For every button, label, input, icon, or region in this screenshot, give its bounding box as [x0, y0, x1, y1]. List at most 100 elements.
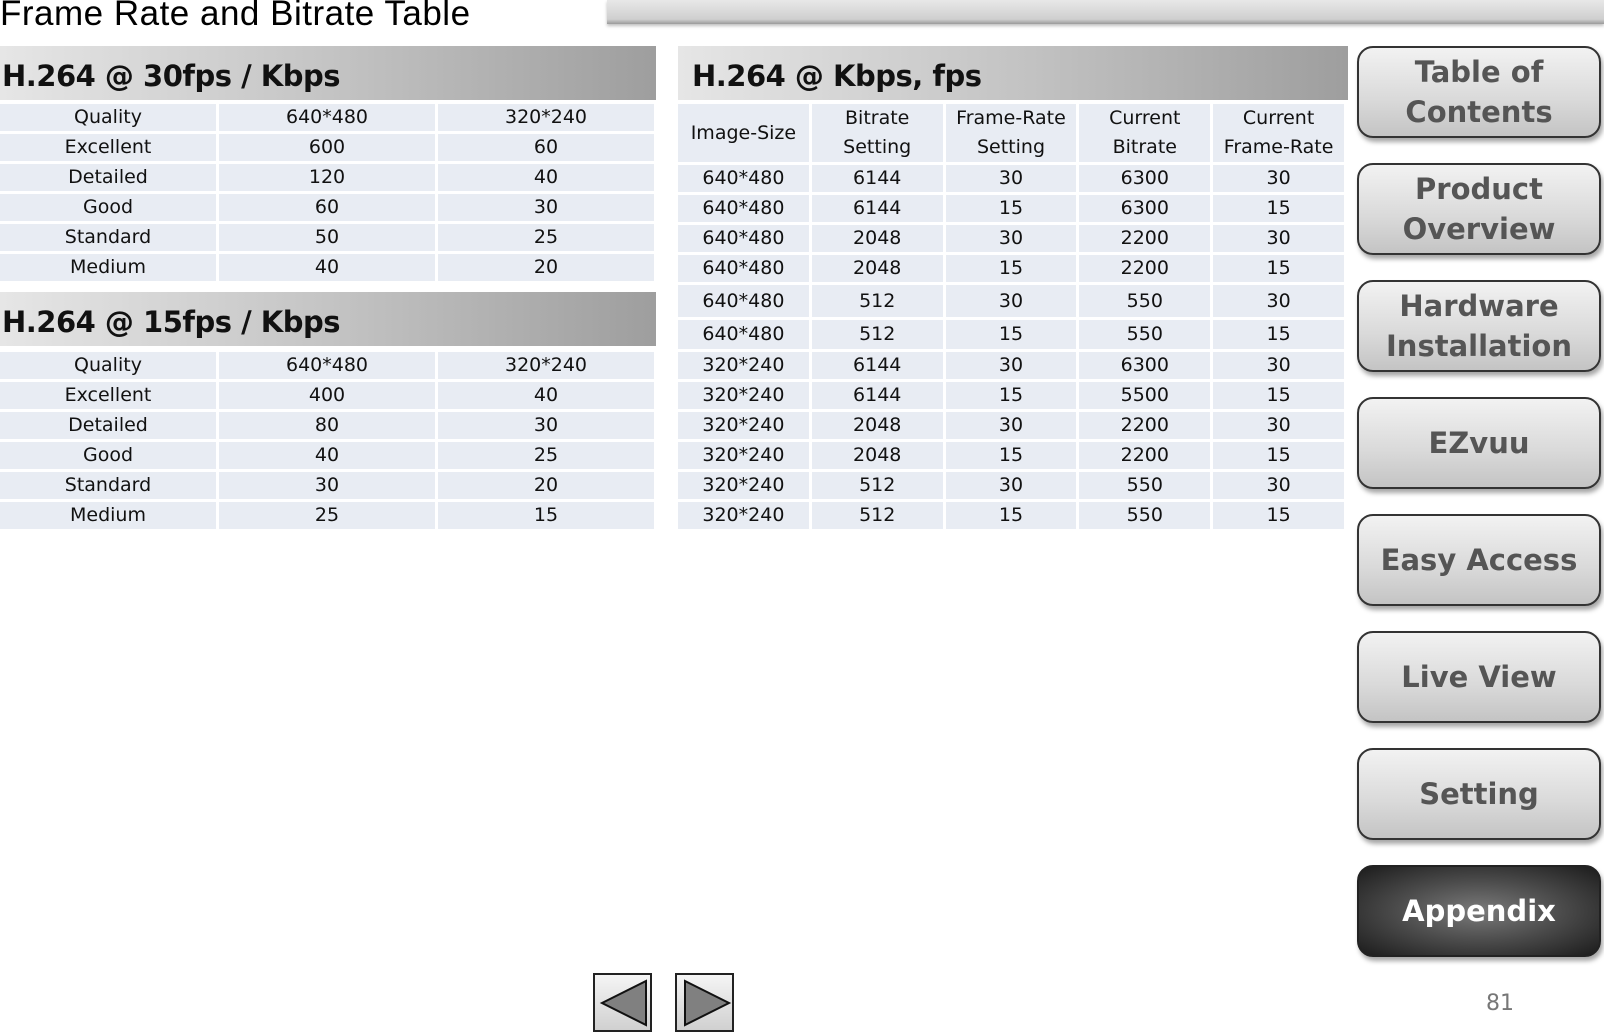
- header-line: Frame-Rate: [956, 107, 1066, 129]
- nav-ezvuu[interactable]: EZvuu: [1357, 397, 1601, 489]
- cell: 15: [945, 382, 1077, 409]
- cell: 550: [1079, 472, 1211, 499]
- table-row: 320*240 2048 30 2200 30: [678, 412, 1344, 439]
- cell: 40: [438, 164, 654, 191]
- table-30fps: Quality 640*480 320*240 Excellent 600 60 D…: [0, 101, 657, 284]
- cell: 50: [219, 224, 435, 251]
- cell: 2048: [811, 225, 943, 252]
- nav-label: Table of Contents: [1405, 52, 1552, 132]
- header-line: Bitrate: [845, 107, 910, 129]
- header-line: Frame-Rate: [1223, 136, 1334, 158]
- nav-label: Appendix: [1402, 894, 1556, 928]
- header-cell: Bitrate Setting: [811, 104, 943, 162]
- nav-label-line: Product: [1415, 172, 1543, 206]
- cell: 15: [1213, 442, 1344, 469]
- header-line: Setting: [843, 136, 912, 158]
- cell: 15: [945, 320, 1077, 349]
- triangle-right-icon: [684, 979, 732, 1027]
- cell: 550: [1079, 320, 1211, 349]
- cell: Medium: [0, 254, 216, 281]
- nav-product-overview[interactable]: Product Overview: [1357, 163, 1601, 255]
- cell: 40: [219, 254, 435, 281]
- cell: 320*240: [678, 382, 809, 409]
- cell: 30: [1213, 225, 1344, 252]
- cell: 6300: [1079, 195, 1211, 222]
- nav-label: Live View: [1401, 660, 1557, 694]
- cell: 30: [945, 472, 1077, 499]
- cell: 320*240: [678, 352, 809, 379]
- cell: 320*240: [678, 502, 809, 529]
- nav-label: EZvuu: [1428, 426, 1530, 460]
- cell: 25: [438, 442, 654, 469]
- cell: 2048: [811, 442, 943, 469]
- table-row: 640*480 6144 15 6300 15: [678, 195, 1344, 222]
- table-row: Medium 40 20: [0, 254, 654, 281]
- section-header-15fps: H.264 @ 15fps / Kbps: [0, 292, 656, 346]
- cell: 600: [219, 134, 435, 161]
- cell: 2048: [811, 255, 943, 282]
- table-header-row: Image-Size Bitrate Setting Frame-Rate Sett…: [678, 104, 1344, 162]
- cell: 512: [811, 472, 943, 499]
- cell: 15: [1213, 502, 1344, 529]
- table-row: 320*240 6144 30 6300 30: [678, 352, 1344, 379]
- cell: 60: [438, 134, 654, 161]
- cell: 2200: [1079, 225, 1211, 252]
- cell: 15: [945, 255, 1077, 282]
- nav-hardware-installation[interactable]: Hardware Installation: [1357, 280, 1601, 372]
- cell: 15: [438, 502, 654, 529]
- cell: Standard: [0, 224, 216, 251]
- cell: 20: [438, 472, 654, 499]
- cell: Excellent: [0, 382, 216, 409]
- cell: 30: [219, 472, 435, 499]
- table-kbps-fps: Image-Size Bitrate Setting Frame-Rate Sett…: [675, 101, 1347, 532]
- cell: 30: [438, 412, 654, 439]
- nav-easy-access[interactable]: Easy Access: [1357, 514, 1601, 606]
- header-line: Setting: [976, 136, 1045, 158]
- cell: 640*480: [678, 195, 809, 222]
- header-line: Current: [1109, 107, 1181, 129]
- table-row: Excellent 400 40: [0, 382, 654, 409]
- cell: Excellent: [0, 134, 216, 161]
- title-bar-decoration: [607, 0, 1604, 24]
- nav-setting[interactable]: Setting: [1357, 748, 1601, 840]
- header-cell: Quality: [0, 104, 216, 131]
- cell: 320*240: [678, 442, 809, 469]
- cell: 30: [945, 165, 1077, 192]
- table-row: 320*240 512 30 550 30: [678, 472, 1344, 499]
- cell: 6300: [1079, 352, 1211, 379]
- cell: 6300: [1079, 165, 1211, 192]
- nav-label-line: Contents: [1405, 95, 1553, 129]
- nav-label: Easy Access: [1380, 543, 1578, 577]
- cell: 25: [219, 502, 435, 529]
- table-row: 640*480 512 15 550 15: [678, 320, 1344, 349]
- next-page-button[interactable]: [675, 973, 734, 1032]
- cell: 2200: [1079, 442, 1211, 469]
- nav-label-line: Installation: [1386, 329, 1572, 363]
- nav-live-view[interactable]: Live View: [1357, 631, 1601, 723]
- cell: 2200: [1079, 412, 1211, 439]
- cell: 640*480: [678, 255, 809, 282]
- table-row: Medium 25 15: [0, 502, 654, 529]
- cell: Good: [0, 194, 216, 221]
- cell: 6144: [811, 165, 943, 192]
- table-row: Standard 50 25: [0, 224, 654, 251]
- previous-page-button[interactable]: [593, 973, 652, 1032]
- section-header-30fps: H.264 @ 30fps / Kbps: [0, 46, 656, 100]
- nav-table-of-contents[interactable]: Table of Contents: [1357, 46, 1601, 138]
- header-line: Image-Size: [690, 121, 797, 144]
- cell: 5500: [1079, 382, 1211, 409]
- nav-appendix[interactable]: Appendix: [1357, 865, 1601, 957]
- header-cell: 320*240: [438, 104, 654, 131]
- table-15fps: Quality 640*480 320*240 Excellent 400 40 D…: [0, 349, 657, 532]
- header-cell: Current Bitrate: [1079, 104, 1211, 162]
- cell: 40: [438, 382, 654, 409]
- table-row: 320*240 512 15 550 15: [678, 502, 1344, 529]
- nav-label: Hardware Installation: [1386, 286, 1572, 366]
- cell: 60: [219, 194, 435, 221]
- cell: 2200: [1079, 255, 1211, 282]
- cell: 20: [438, 254, 654, 281]
- cell: 6144: [811, 382, 943, 409]
- cell: 512: [811, 502, 943, 529]
- table-row: 640*480 2048 15 2200 15: [678, 255, 1344, 282]
- page-title: Frame Rate and Bitrate Table: [0, 0, 471, 33]
